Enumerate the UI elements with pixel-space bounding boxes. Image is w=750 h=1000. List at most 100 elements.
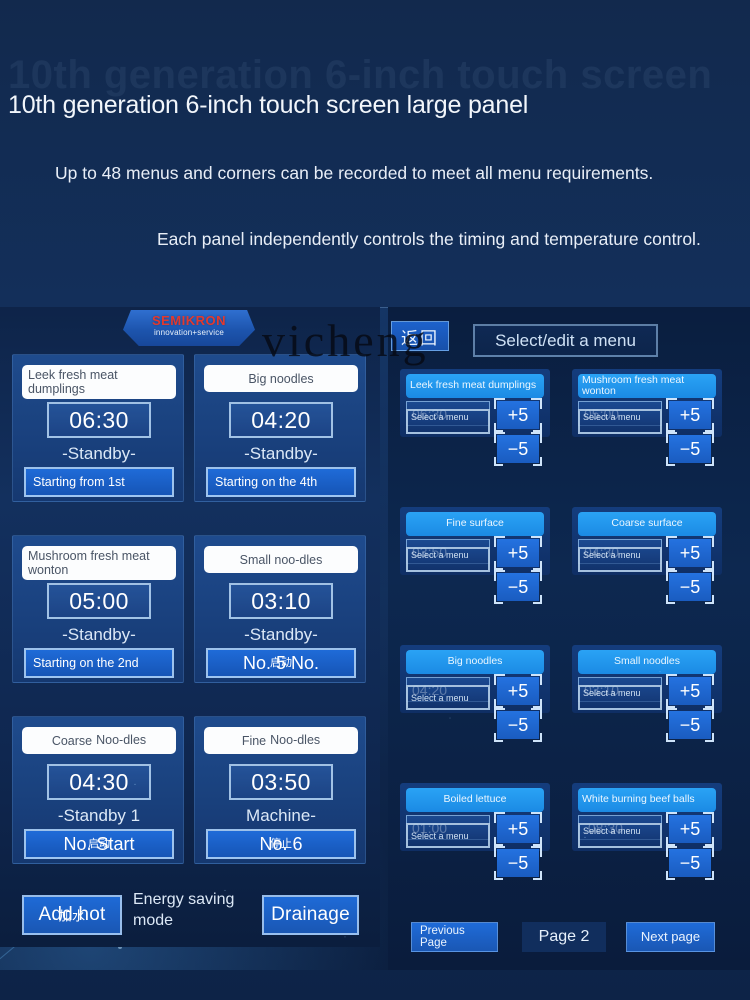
station-name-suffix: Noo-dles (270, 733, 321, 747)
menu-slot-select[interactable]: Select a menu (406, 823, 490, 848)
next-page-button[interactable]: Next page (626, 922, 715, 952)
plus-label: +5 (507, 542, 529, 563)
plus-label: +5 (507, 404, 529, 425)
decrease-5-button[interactable]: −5 (494, 432, 542, 466)
page-indicator: Page 2 (522, 922, 606, 952)
minus-label: −5 (679, 714, 701, 735)
right-menu-panel: 返回 Select/edit a menu Leek fresh meat du… (388, 307, 750, 970)
plus-label: +5 (507, 818, 529, 839)
cook-station-tile[interactable]: Fine Noo-dles 03:50 Machine- No. 6 停止 (194, 716, 366, 864)
station-action-label-cn: 启动 (88, 838, 110, 850)
station-name-main: Coarse (51, 733, 93, 748)
station-name-suffix: Noo-dles (96, 733, 147, 747)
station-timer[interactable]: 04:20 (229, 402, 333, 438)
add-hot-water-button[interactable]: Add hot 加水 (22, 895, 122, 935)
station-status: -Standby 1 (57, 806, 141, 825)
station-timer[interactable]: 03:10 (229, 583, 333, 619)
decrease-5-button[interactable]: −5 (494, 570, 542, 604)
plus-label: +5 (679, 404, 701, 425)
increase-5-button[interactable]: +5 (666, 536, 714, 570)
plus-label: +5 (507, 680, 529, 701)
station-name-main: Fine (241, 733, 267, 748)
station-status: -Standby- (244, 444, 318, 463)
station-status: -Standby- (244, 625, 318, 644)
plus-label: +5 (679, 542, 701, 563)
menu-slot[interactable]: Small noodles 03:10 Select a menu +5 −5 (572, 645, 722, 742)
menu-slot-select[interactable]: Select a menu (406, 547, 490, 572)
increase-5-button[interactable]: +5 (666, 812, 714, 846)
decrease-5-button[interactable]: −5 (666, 846, 714, 880)
minus-label: −5 (507, 852, 529, 873)
station-timer[interactable]: 05:00 (47, 583, 151, 619)
station-action-button[interactable]: No. 5 No. 启动 (206, 648, 356, 678)
increase-5-button[interactable]: +5 (494, 674, 542, 708)
station-action-button[interactable]: Starting from 1st (24, 467, 174, 497)
back-icon[interactable]: 返回 (391, 321, 449, 351)
cook-station-tile[interactable]: Leek fresh meat dumplings 06:30 -Standby… (12, 354, 184, 502)
station-status: -Standby- (62, 444, 136, 463)
cook-station-tile[interactable]: Small noo-dles 03:10 -Standby- No. 5 No.… (194, 535, 366, 683)
menu-slot-select[interactable]: Select a menu (406, 409, 490, 434)
increase-5-button[interactable]: +5 (666, 674, 714, 708)
minus-label: −5 (507, 714, 529, 735)
menu-slot[interactable]: Big noodles 04:20 Select a menu +5 −5 (400, 645, 550, 742)
menu-slot-name: Small noodles (578, 650, 716, 674)
decrease-5-button[interactable]: −5 (666, 570, 714, 604)
left-control-panel: SEMIKRON innovation+service Leek fresh m… (0, 307, 380, 947)
station-status: -Standby- (62, 625, 136, 644)
menu-slot-select[interactable]: Select a menu (578, 547, 662, 572)
station-name: Fine Noo-dles (204, 727, 358, 754)
previous-page-button[interactable]: Previous Page (411, 922, 498, 952)
station-timer[interactable]: 03:50 (229, 764, 333, 800)
drainage-button[interactable]: Drainage (262, 895, 359, 935)
menu-slot[interactable]: Leek fresh meat dumplings 06:30 Select a… (400, 369, 550, 466)
station-name: Mushroom fresh meat wonton (22, 546, 176, 580)
station-name: Leek fresh meat dumplings (22, 365, 176, 399)
decrease-5-button[interactable]: −5 (666, 432, 714, 466)
station-name: Big noodles (204, 365, 358, 392)
brand-name: SEMIKRON (151, 313, 227, 328)
menu-slot-name: Leek fresh meat dumplings (406, 374, 544, 398)
menu-slot-select[interactable]: Select a menu (578, 409, 662, 434)
menu-slot-name: Big noodles (406, 650, 544, 674)
plus-label: +5 (679, 818, 701, 839)
minus-label: −5 (679, 438, 701, 459)
minus-label: −5 (507, 576, 529, 597)
menu-slot-select[interactable]: Select a menu (578, 823, 662, 848)
add-hot-label-cn: 加水 (58, 908, 86, 924)
menu-slot[interactable]: White burning beef balls .08:30 Select a… (572, 783, 722, 880)
station-action-button[interactable]: No. 6 停止 (206, 829, 356, 859)
decrease-5-button[interactable]: −5 (494, 708, 542, 742)
page-title: 10th generation 6-inch touch screen larg… (8, 91, 529, 119)
energy-saving-mode-label[interactable]: Energy saving mode (133, 889, 255, 931)
device-screen: SEMIKRON innovation+service Leek fresh m… (0, 307, 750, 970)
station-action-label-cn: 启动 (270, 657, 292, 669)
decrease-5-button[interactable]: −5 (494, 846, 542, 880)
select-edit-menu-button[interactable]: Select/edit a menu (473, 324, 658, 357)
increase-5-button[interactable]: +5 (494, 812, 542, 846)
minus-label: −5 (507, 438, 529, 459)
increase-5-button[interactable]: +5 (666, 398, 714, 432)
increase-5-button[interactable]: +5 (494, 398, 542, 432)
station-action-button[interactable]: Starting on the 2nd (24, 648, 174, 678)
minus-label: −5 (679, 576, 701, 597)
menu-slot-name: White burning beef balls (578, 788, 716, 812)
cook-station-tile[interactable]: Coarse Noo-dles 04:30 -Standby 1 No. Sta… (12, 716, 184, 864)
menu-slot-select[interactable]: Select a menu (406, 685, 490, 710)
menu-slot-select[interactable]: Select a menu (578, 685, 662, 710)
menu-slot[interactable]: Boiled lettuce 01:00 Select a menu +5 −5 (400, 783, 550, 880)
menu-slot[interactable]: Mushroom fresh meat wonton 05:00 Select … (572, 369, 722, 466)
cook-station-tile[interactable]: Big noodles 04:20 -Standby- Starting on … (194, 354, 366, 502)
station-timer[interactable]: 04:30 (47, 764, 151, 800)
menu-slot[interactable]: Coarse surface 04:30 Select a menu +5 −5 (572, 507, 722, 604)
cook-station-tile[interactable]: Mushroom fresh meat wonton 05:00 -Standb… (12, 535, 184, 683)
decrease-5-button[interactable]: −5 (666, 708, 714, 742)
increase-5-button[interactable]: +5 (494, 536, 542, 570)
station-action-button[interactable]: Starting on the 4th (206, 467, 356, 497)
brand-logo: SEMIKRON innovation+service (123, 310, 255, 346)
menu-slot[interactable]: Fine surface 03:50 Select a menu +5 −5 (400, 507, 550, 604)
station-name: Small noo-dles (204, 546, 358, 573)
station-timer[interactable]: 06:30 (47, 402, 151, 438)
minus-label: −5 (679, 852, 701, 873)
station-action-button[interactable]: No. Start 启动 (24, 829, 174, 859)
